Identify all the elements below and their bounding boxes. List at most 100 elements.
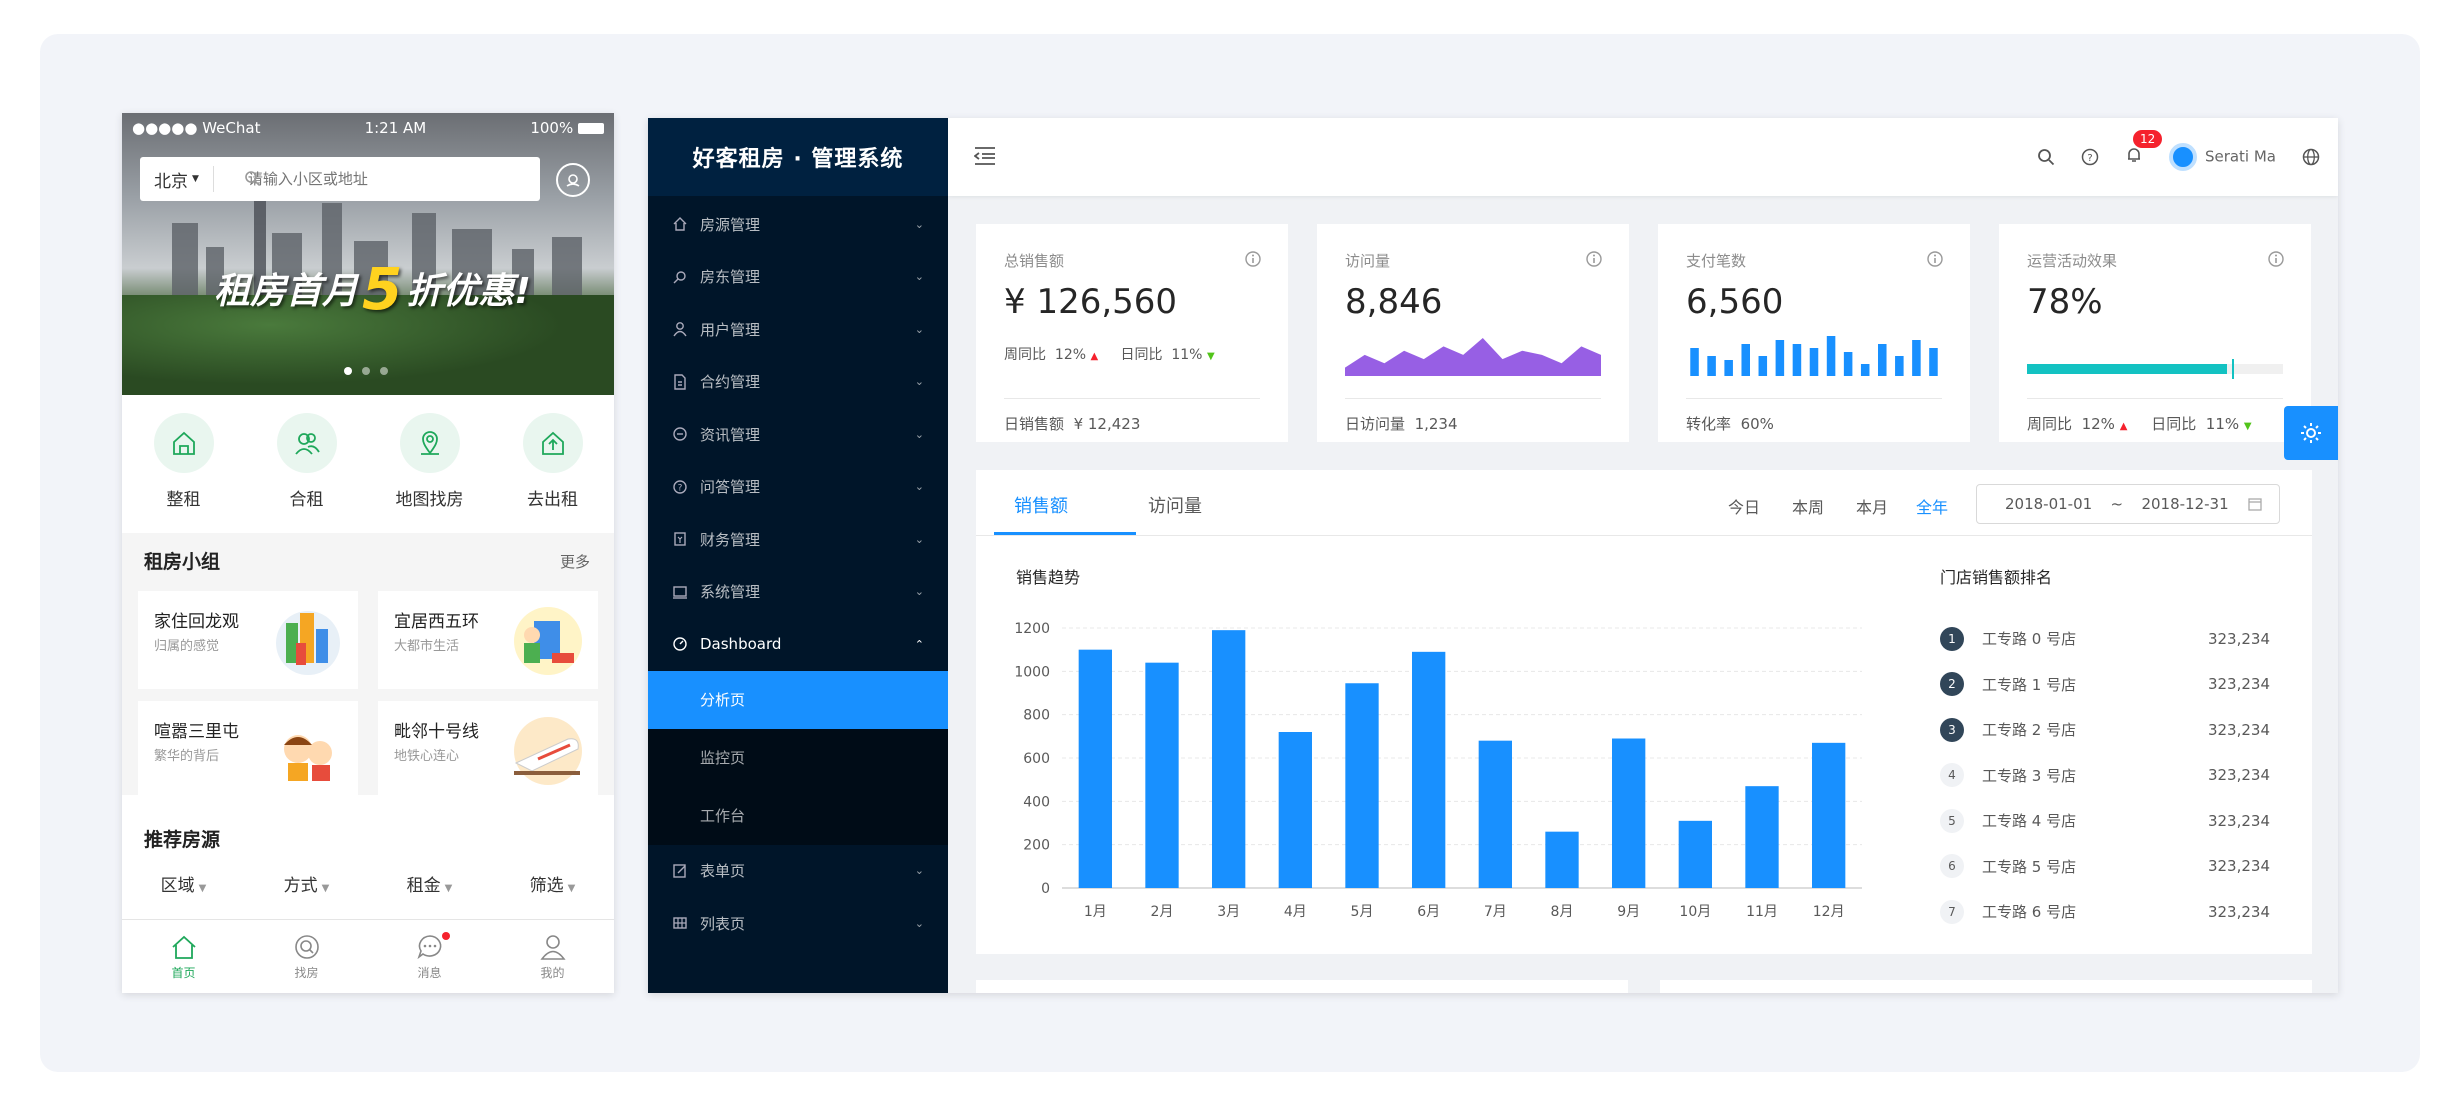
store-sales: 323,234 (2207, 902, 2270, 921)
x-tick-label: 1月 (1084, 904, 1107, 920)
sidebar-item-news[interactable]: 资讯管理 ⌄ (648, 408, 948, 461)
map-pin-icon (420, 431, 439, 455)
sidebar-item-lists[interactable]: 列表页 ⌄ (648, 897, 948, 950)
range-month[interactable]: 本月 (1856, 494, 1888, 518)
sidebar-item-qa[interactable]: ? 问答管理 ⌄ (648, 461, 948, 514)
sidebar: 好客租房 · 管理系统 房源管理 ⌄ 房东管理 ⌄ 用户管理 ⌄ 合约管理 ⌄ 资讯管理… (648, 118, 948, 993)
sidebar-item-workplace[interactable]: 工作台 (648, 787, 948, 845)
store-sales: 323,234 (2207, 629, 2270, 648)
globe-icon[interactable] (2302, 148, 2320, 166)
sidebar-item-analysis[interactable]: 分析页 (648, 670, 948, 729)
help-icon[interactable]: ? (2081, 148, 2099, 166)
bar[interactable] (1078, 649, 1112, 888)
info-icon[interactable] (1926, 250, 1944, 268)
top-header: ? 12 Serati Ma (948, 118, 2338, 196)
tab-find[interactable]: 找房 (267, 932, 347, 981)
buildings-illustration (276, 611, 340, 675)
bar[interactable] (1345, 683, 1379, 888)
quick-entry-whole-rent[interactable]: 整租 (134, 413, 234, 519)
ranking-item: 3 工专路 2 号店 323,234 (1940, 707, 2270, 753)
file-icon (674, 374, 686, 390)
map-location-button[interactable] (556, 163, 590, 197)
card-footer: 周同比 12% ▲ 日同比 11% ▼ (2027, 398, 2283, 434)
bar[interactable] (1478, 740, 1512, 888)
bar[interactable] (1612, 738, 1646, 889)
search-icon[interactable] (2037, 148, 2055, 166)
sidebar-item-system[interactable]: 系统管理 ⌄ (648, 566, 948, 619)
user-icon (539, 935, 566, 960)
bar[interactable] (1678, 820, 1712, 888)
notification-bell[interactable]: 12 (2125, 130, 2163, 168)
clock: 1:21 AM (364, 119, 427, 137)
quick-entry-shared-rent[interactable]: 合租 (257, 413, 357, 519)
sidebar-item-dashboard[interactable]: Dashboard ⌃ (648, 618, 948, 671)
card-footer: 日销售额 ¥ 12,423 (1004, 398, 1260, 434)
people-icon (294, 433, 320, 455)
unread-dot (441, 932, 450, 940)
filter-district[interactable]: 区域 ▼ (161, 871, 207, 896)
gear-icon (2301, 423, 2321, 443)
info-icon[interactable] (1585, 250, 1603, 268)
quick-entry-rent-out[interactable]: 去出租 (503, 413, 603, 519)
date-range-picker[interactable]: 2018-01-01 ~2018-12-31 (1976, 484, 2280, 524)
menu-fold-icon[interactable] (974, 146, 996, 166)
tab-sales[interactable]: 销售额 (1014, 492, 1068, 518)
group-card[interactable]: 宜居西五环 大都市生活 (378, 591, 598, 689)
range-year[interactable]: 全年 (1916, 494, 1948, 518)
bar[interactable] (1412, 651, 1446, 888)
group-card[interactable]: 家住回龙观 归属的感觉 (138, 591, 358, 689)
sidebar-item-monitor[interactable]: 监控页 (648, 729, 948, 787)
search-input[interactable] (213, 170, 540, 188)
chevron-down-icon: ⌄ (914, 217, 924, 231)
sidebar-item-finance[interactable]: 财务管理 ⌄ (648, 513, 948, 566)
tab-messages[interactable]: 消息 (390, 932, 470, 981)
user-menu[interactable]: Serati Ma (2168, 143, 2276, 171)
group-card[interactable]: 喧嚣三里屯 繁华的背后 (138, 701, 358, 799)
rank-number: 5 (1940, 808, 1964, 833)
section-title: 推荐房源 (144, 829, 221, 851)
range-week[interactable]: 本周 (1792, 494, 1824, 518)
sidebar-item-users[interactable]: 用户管理 ⌄ (648, 303, 948, 356)
bar[interactable] (1745, 786, 1779, 888)
mini-bar (1895, 356, 1904, 376)
tab-visits[interactable]: 访问量 (1148, 492, 1202, 518)
mini-bar (1826, 336, 1836, 376)
range-today[interactable]: 今日 (1728, 494, 1760, 518)
store-name: 工专路 4 号店 (1982, 812, 2077, 831)
caret-down-icon: ▼ (198, 883, 207, 894)
bar[interactable] (1812, 742, 1846, 888)
rent-out-icon (541, 431, 564, 455)
stat-value: ¥ 126,560 (1004, 282, 1178, 322)
bar[interactable] (1145, 662, 1179, 888)
city-selector[interactable]: 北京 ▼ (140, 166, 214, 192)
filter-rent[interactable]: 租金 ▼ (407, 871, 453, 896)
tab-home[interactable]: 首页 (144, 932, 224, 981)
info-icon[interactable] (1244, 250, 1262, 268)
sidebar-item-forms[interactable]: 表单页 ⌄ (648, 845, 948, 898)
tab-profile[interactable]: 我的 (513, 932, 593, 981)
filter-more[interactable]: 筛选 ▼ (530, 871, 576, 896)
bar[interactable] (1212, 630, 1246, 888)
admin-dashboard: 好客租房 · 管理系统 房源管理 ⌄ 房东管理 ⌄ 用户管理 ⌄ 合约管理 ⌄ 资讯管理… (648, 118, 2338, 993)
y-tick-label: 800 (1023, 708, 1050, 724)
store-name: 工专路 3 号店 (1982, 766, 2077, 785)
bar[interactable] (1278, 732, 1312, 888)
battery: 100% (530, 119, 604, 137)
info-icon[interactable] (2267, 250, 2285, 268)
sidebar-item-landlords[interactable]: 房东管理 ⌄ (648, 251, 948, 304)
filter-mode[interactable]: 方式 ▼ (284, 871, 330, 896)
mini-bar (1860, 364, 1870, 376)
settings-drawer-button[interactable] (2284, 406, 2338, 460)
carousel-dots[interactable] (344, 367, 388, 375)
quick-entry-map[interactable]: 地图找房 (380, 413, 480, 519)
sidebar-item-contracts[interactable]: 合约管理 ⌄ (648, 356, 948, 409)
sidebar-item-houses[interactable]: 房源管理 ⌄ (648, 198, 948, 251)
promo-banner[interactable]: 租房首月5 折优惠! (122, 113, 614, 395)
bar[interactable] (1545, 831, 1579, 888)
more-link[interactable]: 更多 (560, 551, 590, 572)
group-card[interactable]: 毗邻十号线 地铁心连心 (378, 701, 598, 799)
location-icon (566, 174, 580, 187)
progress-target-marker (2231, 359, 2234, 379)
y-tick-label: 400 (1023, 794, 1050, 810)
trend-down-icon: ▼ (2243, 421, 2252, 432)
